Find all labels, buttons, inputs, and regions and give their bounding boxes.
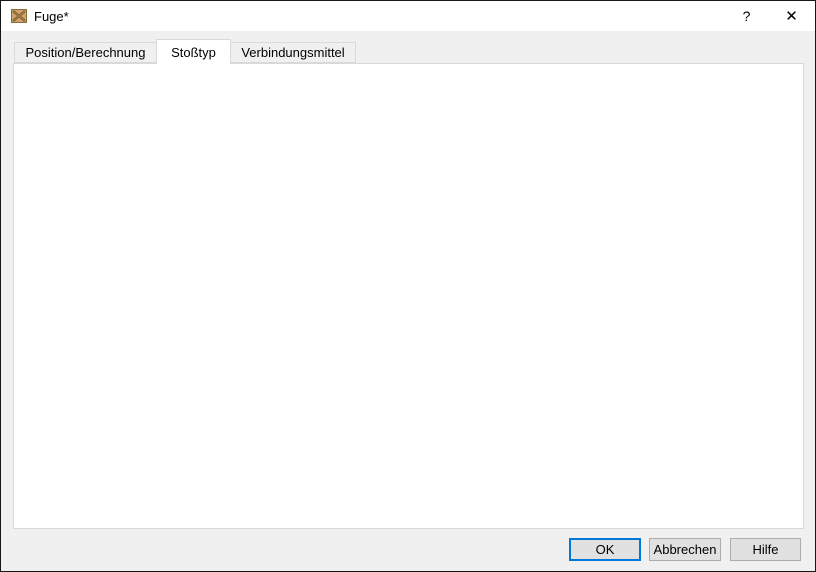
tab-stosstyp[interactable]: Stoßtyp [156, 39, 231, 64]
window-title: Fuge* [34, 9, 69, 24]
tab-page [13, 63, 804, 529]
dialog-window: Fuge* ? ✕ Position/Berechnung Verbindung… [0, 0, 816, 572]
close-icon[interactable]: ✕ [769, 1, 814, 31]
tab-position-berechnung[interactable]: Position/Berechnung [14, 42, 157, 63]
titlebar: Fuge* ? ✕ [1, 1, 815, 31]
help-button[interactable]: Hilfe [730, 538, 801, 561]
tab-verbindungsmittel[interactable]: Verbindungsmittel [230, 42, 356, 63]
cancel-button[interactable]: Abbrechen [649, 538, 721, 561]
app-icon [11, 8, 27, 24]
ok-button[interactable]: OK [569, 538, 641, 561]
help-icon[interactable]: ? [724, 1, 769, 31]
